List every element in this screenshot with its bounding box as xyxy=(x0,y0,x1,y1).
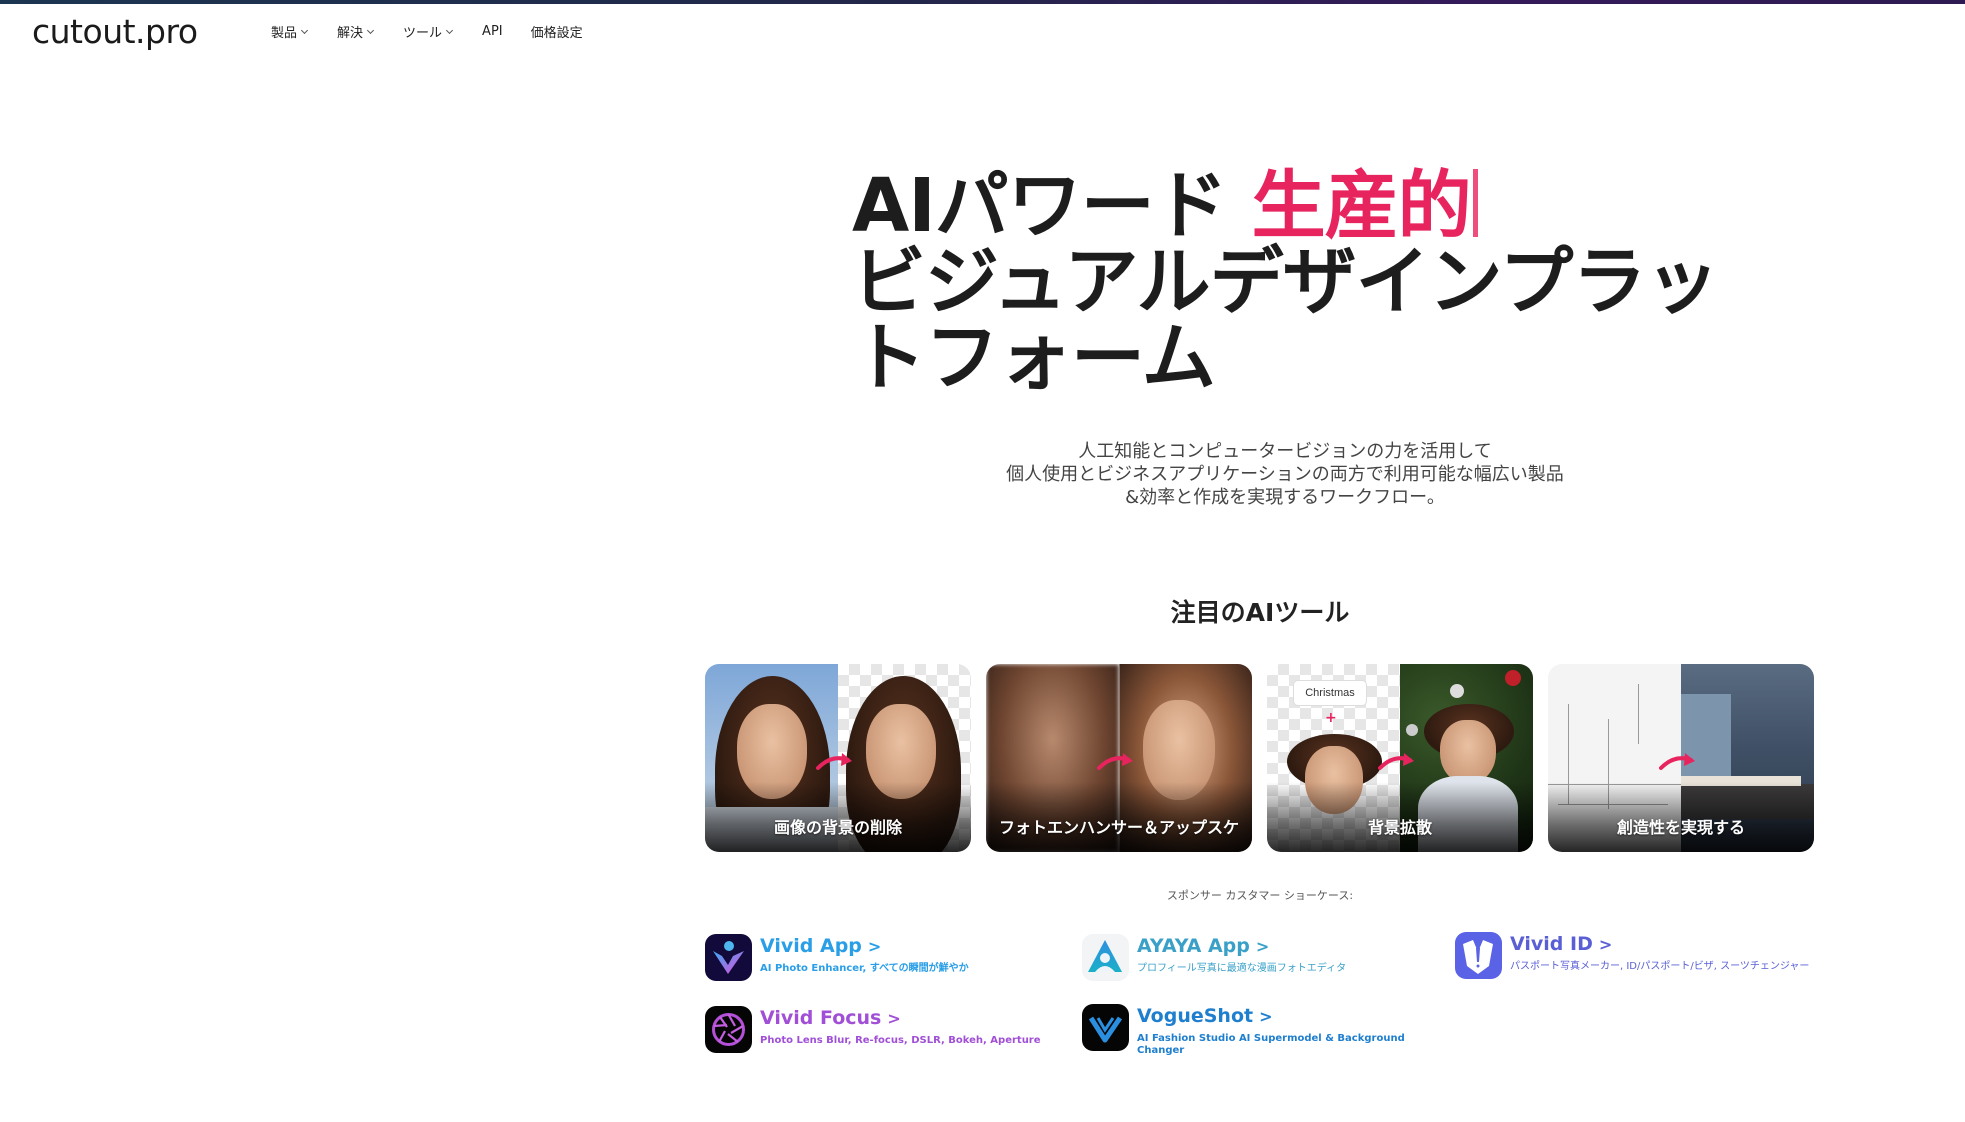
app-description: AI Photo Enhancer, すべての瞬間が鮮やか xyxy=(760,963,969,974)
nav-item-solutions[interactable]: 解決 xyxy=(337,22,375,41)
arrow-icon xyxy=(816,753,852,770)
hero-title-prefix: AIパワード xyxy=(852,163,1252,249)
tool-card-realize-creativity[interactable]: 創造性を実現する xyxy=(1548,664,1814,852)
logo[interactable]: cutout.pro xyxy=(32,12,198,51)
app-description: パスポート写真メーカー, ID/パスポート/ビザ, スーツチェンジャー xyxy=(1510,961,1810,972)
main-nav: 製品 解決 ツール API 価格設定 xyxy=(271,22,613,41)
nav-item-tools[interactable]: ツール xyxy=(403,22,454,41)
app-name-label: Vivid ID xyxy=(1510,933,1593,955)
chevron-right-icon: > xyxy=(1259,1007,1273,1026)
card-label: 背景拡散 xyxy=(1367,818,1432,837)
nav-item-products[interactable]: 製品 xyxy=(271,22,309,41)
app-name-label: Vivid Focus xyxy=(760,1007,882,1029)
vivid-focus-icon xyxy=(705,1006,752,1053)
arrow-icon xyxy=(1378,753,1414,770)
vivid-app-icon xyxy=(705,934,752,981)
card-label: 画像の背景の削除 xyxy=(773,818,902,837)
app-text: Vivid App > AI Photo Enhancer, すべての瞬間が鮮やか xyxy=(760,934,969,981)
vogueshot-icon xyxy=(1082,1004,1129,1051)
arrow-icon xyxy=(1659,753,1695,770)
chevron-down-icon xyxy=(300,26,309,34)
featured-tools-cards: 画像の背景の削除 フォトエンハンサー＆アップスケ Christmas + 背景拡… xyxy=(705,664,1814,852)
sponsor-caption: スポンサー カスタマー ショーケース: xyxy=(1166,889,1354,902)
app-name-label: AYAYA App xyxy=(1137,935,1250,957)
chevron-right-icon: > xyxy=(1598,935,1613,954)
app-name: VogueShot > xyxy=(1137,1004,1417,1029)
app-text: Vivid ID > パスポート写真メーカー, ID/パスポート/ビザ, スーツチ… xyxy=(1510,932,1810,979)
vivid-id-icon xyxy=(1455,932,1502,979)
top-accent-bar xyxy=(0,0,1965,4)
nav-label: ツール xyxy=(403,26,443,41)
arrow-icon xyxy=(1097,753,1133,770)
hero-title-line-3: トフォーム xyxy=(852,315,1216,401)
hero-title-line-1: AIパワード 生産的 xyxy=(852,168,1718,244)
hero-subtitle-line: 人工知能とコンピュータービジョンの力を活用して xyxy=(1078,441,1492,462)
plus-icon: + xyxy=(1325,710,1337,726)
prompt-tag: Christmas xyxy=(1293,680,1367,706)
hero-title-line-2: ビジュアルデザインプラッ xyxy=(852,239,1719,325)
app-description: AI Fashion Studio AI Supermodel & Backgr… xyxy=(1137,1033,1405,1056)
app-description: プロフィール写真に最適な漫画フォトエディタ xyxy=(1137,963,1347,974)
nav-label: 製品 xyxy=(271,26,298,41)
app-text: Vivid Focus > Photo Lens Blur, Re-focus, … xyxy=(760,1006,1041,1053)
sponsor-app-vivid-id[interactable]: Vivid ID > パスポート写真メーカー, ID/パスポート/ビザ, スーツチ… xyxy=(1455,932,1815,979)
card-label: フォトエンハンサー＆アップスケ xyxy=(998,818,1239,837)
app-name: AYAYA App > xyxy=(1137,934,1346,959)
app-name: Vivid Focus > xyxy=(760,1006,1041,1031)
ayaya-app-icon xyxy=(1082,934,1129,981)
sponsor-app-vogueshot[interactable]: VogueShot > AI Fashion Studio AI Supermod… xyxy=(1082,1004,1422,1057)
nav-label: 解決 xyxy=(337,26,364,41)
card-label: 創造性を実現する xyxy=(1616,818,1745,837)
hero-title-accent: 生産的 xyxy=(1251,163,1472,249)
typing-cursor xyxy=(1472,169,1478,237)
app-description: Photo Lens Blur, Re-focus, DSLR, Bokeh, … xyxy=(760,1035,1041,1046)
chevron-right-icon: > xyxy=(887,1009,901,1028)
tool-card-remove-background[interactable]: 画像の背景の削除 xyxy=(705,664,971,852)
nav-label: API xyxy=(482,24,503,39)
hero-subtitle: 人工知能とコンピュータービジョンの力を活用して 個人使用とビジネスアプリケーショ… xyxy=(900,440,1670,509)
app-text: VogueShot > AI Fashion Studio AI Supermod… xyxy=(1137,1004,1417,1057)
sponsor-app-vivid-app[interactable]: Vivid App > AI Photo Enhancer, すべての瞬間が鮮やか xyxy=(705,934,1045,981)
featured-tools-title: 注目のAIツール xyxy=(1170,598,1350,627)
app-name: Vivid App > xyxy=(760,934,969,959)
hero-subtitle-line: &効率と作成を実現するワークフロー。 xyxy=(1125,487,1445,508)
nav-item-pricing[interactable]: 価格設定 xyxy=(531,22,583,41)
nav-item-api[interactable]: API xyxy=(482,24,503,39)
app-text: AYAYA App > プロフィール写真に最適な漫画フォトエディタ xyxy=(1137,934,1346,981)
sponsor-app-vivid-focus[interactable]: Vivid Focus > Photo Lens Blur, Re-focus, … xyxy=(705,1006,1045,1053)
hero-subtitle-line: 個人使用とビジネスアプリケーションの両方で利用可能な幅広い製品 xyxy=(1006,464,1564,485)
chevron-down-icon xyxy=(366,26,375,34)
hero-title: AIパワード 生産的 ビジュアルデザインプラッ トフォーム xyxy=(852,168,1719,401)
nav-label: 価格設定 xyxy=(530,26,583,41)
chevron-right-icon: > xyxy=(1255,937,1270,956)
app-name: Vivid ID > xyxy=(1510,932,1810,957)
app-name-label: VogueShot xyxy=(1137,1005,1254,1027)
tool-card-background-diffusion[interactable]: Christmas + 背景拡散 xyxy=(1267,664,1533,852)
sponsor-app-ayaya-app[interactable]: AYAYA App > プロフィール写真に最適な漫画フォトエディタ xyxy=(1082,934,1422,981)
tool-card-photo-enhancer[interactable]: フォトエンハンサー＆アップスケ xyxy=(986,664,1252,852)
chevron-down-icon xyxy=(446,26,454,34)
app-name-label: Vivid App xyxy=(760,935,862,957)
chevron-right-icon: > xyxy=(867,937,882,956)
